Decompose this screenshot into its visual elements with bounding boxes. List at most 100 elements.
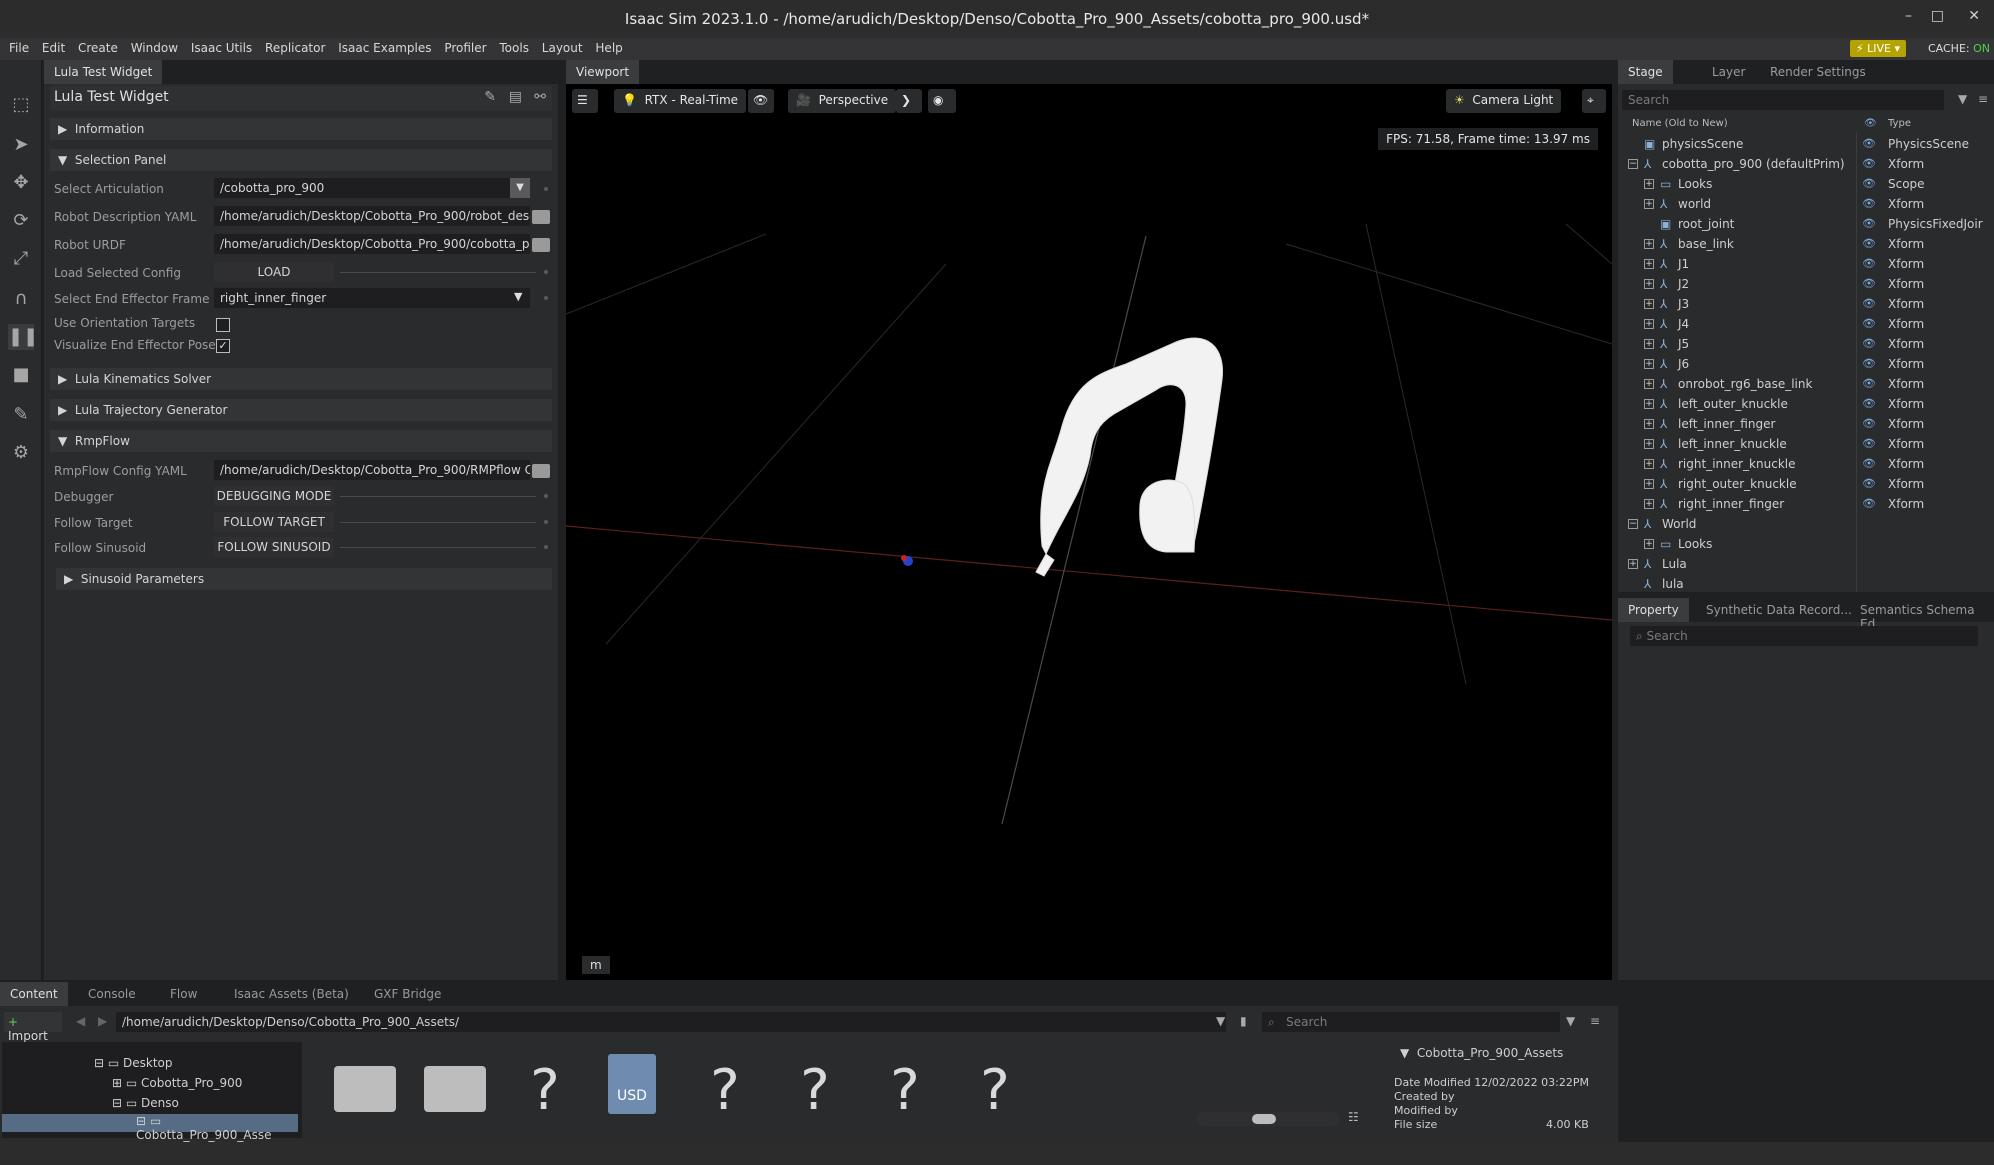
visibility-eye-icon[interactable]: 👁 <box>1862 497 1876 510</box>
menu-replicator[interactable]: Replicator <box>265 41 325 55</box>
chevron-down-icon[interactable]: ▼ <box>510 178 530 198</box>
live-badge[interactable]: ⚡ LIVE ▾ <box>1849 40 1906 57</box>
stage-tree-row[interactable]: + ⅄ right_inner_finger 👁 Xform <box>1618 494 1994 514</box>
expand-icon[interactable]: + <box>1644 259 1654 269</box>
expand-icon[interactable]: + <box>1644 279 1654 289</box>
visibility-eye-icon[interactable]: 👁 <box>1862 237 1876 250</box>
expand-icon[interactable]: + <box>1644 179 1654 189</box>
expand-icon[interactable]: + <box>1644 539 1654 549</box>
orientation-checkbox[interactable] <box>216 318 230 332</box>
viewport-panel[interactable]: Viewport ☰ 💡 RTX - Real-Time 👁 🎥 Perspec… <box>566 60 1612 980</box>
menu-isaac-examples[interactable]: Isaac Examples <box>338 41 431 55</box>
stage-tree-row[interactable]: − ⅄ cobotta_pro_900 (defaultPrim) 👁 Xform <box>1618 154 1994 174</box>
tab-content[interactable]: Content <box>0 982 68 1006</box>
tab-lula-test-widget[interactable]: Lula Test Widget <box>44 60 163 84</box>
stage-tree-row[interactable]: + ⅄ world 👁 Xform <box>1618 194 1994 214</box>
expand-icon[interactable]: + <box>1644 439 1654 449</box>
folder-thumbnail[interactable] <box>424 1066 486 1112</box>
stage-tree-row[interactable]: + ⅄ left_outer_knuckle 👁 Xform <box>1618 394 1994 414</box>
expand-icon[interactable]: + <box>1644 379 1654 389</box>
tab-property[interactable]: Property <box>1618 598 1689 622</box>
folder-icon[interactable] <box>532 210 550 224</box>
collapse-icon[interactable]: − <box>1628 159 1638 169</box>
column-name[interactable]: Name (Old to New) <box>1632 118 1728 129</box>
menu-file[interactable]: File <box>9 41 29 55</box>
import-button[interactable]: + Import <box>4 1012 62 1043</box>
menu-icon[interactable]: ≡ <box>1590 1014 1600 1028</box>
folder-icon[interactable] <box>532 464 550 478</box>
section-sinusoid-parameters[interactable]: ▶ Sinusoid Parameters <box>56 568 552 590</box>
tab-stage[interactable]: Stage <box>1618 60 1673 84</box>
pause-icon[interactable]: ❚❚ <box>8 324 38 350</box>
menu-isaac-utils[interactable]: Isaac Utils <box>191 41 252 55</box>
stage-search-input[interactable]: Search <box>1622 90 1944 110</box>
debugging-mode-button[interactable]: DEBUGGING MODE <box>214 486 334 506</box>
select-articulation-dropdown[interactable]: /cobotta_pro_900 <box>214 178 514 198</box>
expand-icon[interactable]: + <box>1628 559 1638 569</box>
reset-dot[interactable] <box>544 545 548 549</box>
stage-tree-row[interactable]: + ▭ Looks <box>1618 534 1994 554</box>
menu-edit[interactable]: Edit <box>42 41 65 55</box>
tree-item-desktop[interactable]: ⊟ ▭ Desktop <box>94 1056 173 1070</box>
visibility-eye-icon[interactable]: 👁 <box>1862 437 1876 450</box>
section-trajectory-generator[interactable]: ▶ Lula Trajectory Generator <box>50 399 552 421</box>
column-type[interactable]: Type <box>1888 118 1911 129</box>
menu-create[interactable]: Create <box>78 41 118 55</box>
stop-icon[interactable]: ■ <box>8 362 34 388</box>
pointer-icon[interactable]: ➤ <box>8 132 34 158</box>
stage-tree-row[interactable]: + ⅄ left_inner_knuckle 👁 Xform <box>1618 434 1994 454</box>
visibility-eye-icon[interactable]: 👁 <box>1862 337 1876 350</box>
tab-flow[interactable]: Flow <box>160 982 207 1006</box>
select-mode-icon[interactable]: ⬚ <box>8 92 34 118</box>
visibility-eye-icon[interactable]: 👁 <box>1862 257 1876 270</box>
property-search-input[interactable]: ⌕ Search <box>1630 626 1978 646</box>
slider-handle[interactable] <box>1252 1114 1276 1124</box>
chevron-down-icon[interactable]: ▼ <box>514 290 522 303</box>
snap-icon[interactable]: ∩ <box>8 286 34 312</box>
load-button[interactable]: LOAD <box>214 262 334 282</box>
stage-tree-row[interactable]: ⅄ lula <box>1618 574 1994 594</box>
visibility-eye-icon[interactable]: 👁 <box>1862 157 1876 170</box>
details-title[interactable]: ▼ Cobotta_Pro_900_Assets <box>1400 1046 1563 1060</box>
stage-tree-row[interactable]: + ⅄ Lula <box>1618 554 1994 574</box>
visualize-checkbox[interactable]: ✓ <box>216 339 230 353</box>
bookmark-icon[interactable]: ▮ <box>1240 1014 1247 1028</box>
stage-tree-row[interactable]: + ⅄ J1 👁 Xform <box>1618 254 1994 274</box>
menu-profiler[interactable]: Profiler <box>444 41 486 55</box>
section-information[interactable]: ▶ Information <box>50 118 552 140</box>
eye-icon[interactable]: 👁 <box>1864 118 1877 129</box>
menu-icon[interactable]: ≡ <box>1978 92 1988 106</box>
expand-icon[interactable]: + <box>1644 419 1654 429</box>
filter-icon[interactable]: ▼ <box>1958 92 1967 106</box>
expand-icon[interactable]: + <box>1644 299 1654 309</box>
menu-help[interactable]: Help <box>595 41 622 55</box>
unknown-file-icon[interactable]: ? <box>872 1058 938 1124</box>
stage-tree-row[interactable]: + ⅄ right_inner_knuckle 👁 Xform <box>1618 454 1994 474</box>
visibility-eye-icon[interactable]: 👁 <box>1862 457 1876 470</box>
expand-icon[interactable]: + <box>1644 399 1654 409</box>
stage-tree-row[interactable]: + ⅄ J6 👁 Xform <box>1618 354 1994 374</box>
reset-dot[interactable] <box>544 296 548 300</box>
expand-icon[interactable]: + <box>1644 319 1654 329</box>
tab-gxf-bridge[interactable]: GXF Bridge <box>364 982 451 1006</box>
paint-icon[interactable]: ✎ <box>8 402 34 428</box>
menu-layout[interactable]: Layout <box>542 41 583 55</box>
visibility-eye-icon[interactable]: 👁 <box>1862 357 1876 370</box>
stage-tree-row[interactable]: + ▭ Looks 👁 Scope <box>1618 174 1994 194</box>
end-effector-dropdown[interactable]: right_inner_finger <box>214 288 530 308</box>
stage-tree-row[interactable]: + ⅄ left_inner_finger 👁 Xform <box>1618 414 1994 434</box>
stage-tree-row[interactable]: + ⅄ J3 👁 Xform <box>1618 294 1994 314</box>
stage-tree-row[interactable]: + ⅄ base_link 👁 Xform <box>1618 234 1994 254</box>
visibility-eye-icon[interactable]: 👁 <box>1862 477 1876 490</box>
expand-icon[interactable]: + <box>1644 479 1654 489</box>
reset-dot[interactable] <box>544 494 548 498</box>
visibility-eye-icon[interactable]: 👁 <box>1862 417 1876 430</box>
stage-tree-row[interactable]: + ⅄ J4 👁 Xform <box>1618 314 1994 334</box>
chevron-down-icon[interactable]: ▼ <box>1216 1014 1225 1028</box>
reset-dot[interactable] <box>544 187 548 191</box>
scale-icon[interactable]: ⤢ <box>8 246 34 272</box>
expand-icon[interactable]: + <box>1644 499 1654 509</box>
menu-tools[interactable]: Tools <box>499 41 529 55</box>
tab-console[interactable]: Console <box>78 982 146 1006</box>
path-input[interactable]: /home/arudich/Desktop/Denso/Cobotta_Pro_… <box>116 1012 1226 1032</box>
